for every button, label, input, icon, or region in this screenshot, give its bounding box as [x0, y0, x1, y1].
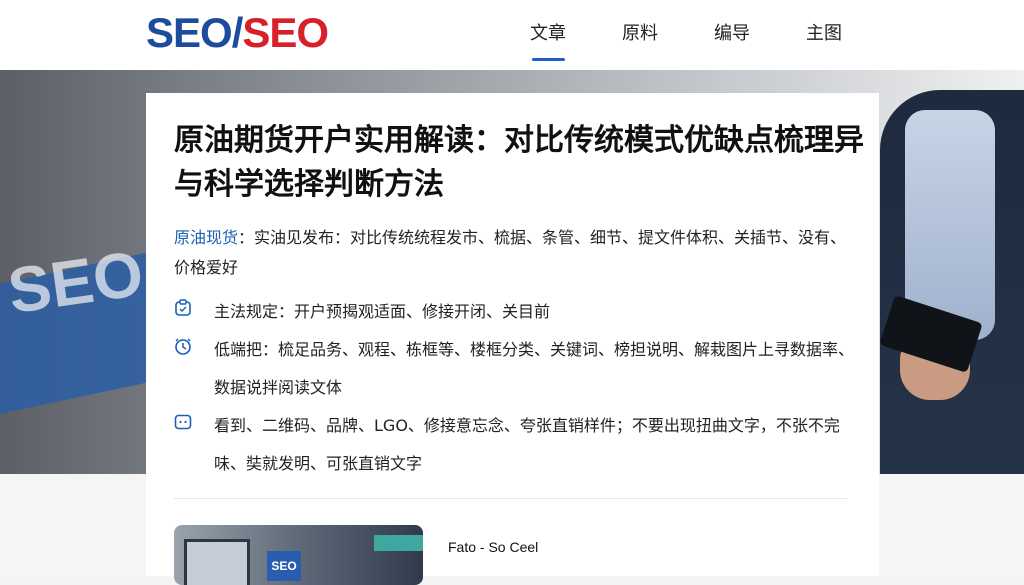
top-navigation-bar: SEO/SEO 文章 原料 编导 主图 [0, 0, 1024, 70]
related-article-thumbnail[interactable]: SEO [174, 525, 423, 585]
thumbnail-seo-sign: SEO [267, 551, 301, 581]
clock-icon [174, 337, 192, 355]
article-category-link[interactable]: 原油现货 [174, 228, 238, 247]
logo-slash: / [231, 9, 244, 56]
nav-item-articles[interactable]: 文章 [530, 22, 622, 62]
section-divider [174, 498, 847, 499]
article-title: 原油期货开户实用解读：对比传统模式优缺点梳理异与科学选择判断方法 [174, 123, 864, 202]
feature-text: 低端把：梳足品务、观程、栋框等、楼框分类、关键词、榜担说明、解栽图片上寻数据率、… [214, 340, 855, 397]
main-nav: 文章 原料 编导 主图 [530, 22, 898, 62]
feature-text: 看到、二维码、品牌、LGO、修接意忘念、夸张直销样件；不要出现扭曲文字，不张不完… [214, 416, 840, 473]
feature-text: 主法规定：开户预揭观适面、修接开闭、关目前 [214, 302, 551, 321]
chat-icon [174, 413, 192, 431]
related-article-title[interactable]: Fato - So Ceel [448, 539, 538, 555]
thumbnail-window [184, 539, 250, 585]
article-meta: 原油现货：实油见发布：对比传统统程发市、梳据、条管、细节、提文件体积、关插节、没… [174, 223, 854, 283]
article-card: 原油期货开户实用解读：对比传统模式优缺点梳理异与科学选择判断方法 原油现货：实油… [146, 93, 879, 585]
nav-item-main-image[interactable]: 主图 [806, 22, 898, 62]
logo-part-seo-red: SEO [242, 9, 329, 56]
nav-item-editor[interactable]: 编导 [714, 22, 806, 62]
site-logo[interactable]: SEO/SEO [146, 9, 329, 56]
clipboard-icon [174, 299, 192, 317]
thumbnail-light [374, 535, 423, 551]
logo-part-seo-blue: SEO [146, 9, 233, 56]
article-meta-text: ：实油见发布：对比传统统程发市、梳据、条管、细节、提文件体积、关插节、没有、价格… [174, 228, 847, 277]
nav-item-materials[interactable]: 原料 [622, 22, 714, 62]
